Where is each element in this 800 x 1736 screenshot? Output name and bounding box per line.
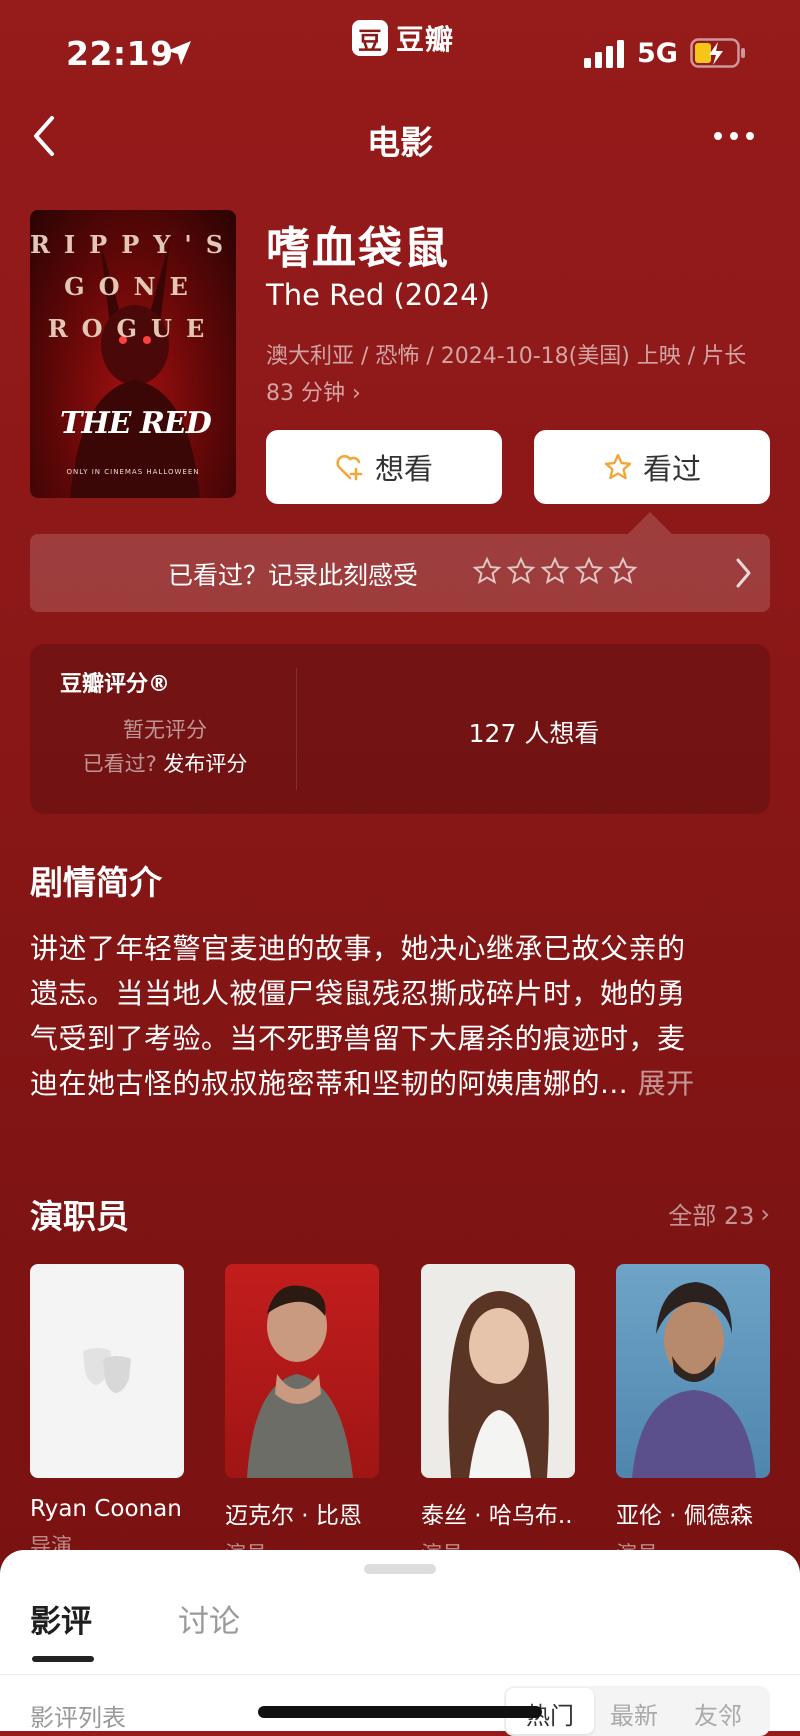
battery-charging-icon: [690, 38, 745, 68]
network-type: 5G: [637, 38, 678, 69]
movie-original-title: The Red (2024): [266, 278, 490, 312]
star-outline-icon[interactable]: [608, 556, 638, 586]
star-outline-icon[interactable]: [472, 556, 502, 586]
page-title: 电影: [367, 123, 433, 162]
cast-photo: [421, 1264, 575, 1478]
sort-option-friends[interactable]: 友邻: [694, 1696, 742, 1731]
more-options-icon[interactable]: [714, 124, 766, 148]
synopsis-line: 遗志。当当地人被僵尸袋鼠残忍撕成碎片时，她的勇: [30, 977, 686, 1010]
poster-logo: THE RED: [60, 406, 212, 441]
want-label: 想看: [374, 452, 433, 486]
star-outline-icon[interactable]: [540, 556, 570, 586]
app-badge[interactable]: 豆 豆瓣: [352, 18, 454, 58]
publish-rating-line: 已看过? 发布评分: [30, 748, 300, 778]
cast-card[interactable]: 迈克尔 · 比恩 演员: [225, 1264, 379, 1568]
star-icon: [604, 453, 632, 480]
synopsis-line: 迪在她古怪的叔叔施密蒂和坚韧的阿姨唐娜的... 展开: [30, 1061, 770, 1106]
review-list-label: 影评列表: [30, 1704, 126, 1732]
home-indicator: [258, 1706, 542, 1718]
chevron-right-icon: [736, 558, 751, 588]
theater-masks-icon: [83, 1348, 131, 1393]
sheet-drag-handle[interactable]: [364, 1564, 436, 1574]
synopsis-line-text: 迪在她古怪的叔叔施密蒂和坚韧的阿姨唐娜的...: [30, 1067, 629, 1100]
star-outline-icon[interactable]: [506, 556, 536, 586]
app-name: 豆瓣: [396, 23, 455, 56]
sort-segmented-control[interactable]: 热门 最新 友邻: [504, 1686, 770, 1736]
actor-portrait: [632, 1282, 756, 1478]
rating-stars[interactable]: [472, 556, 638, 586]
movie-meta-line: 83 分钟 ›: [266, 375, 766, 412]
synopsis-title: 剧情简介: [30, 863, 162, 902]
movie-title: 嗜血袋鼠: [266, 223, 450, 274]
seen-label: 看过: [642, 452, 701, 486]
poster-tagline-2: GONE: [64, 272, 202, 301]
cast-all-link[interactable]: 全部 23 ›: [668, 1196, 770, 1231]
divider: [0, 1674, 800, 1675]
cast-name: Ryan Coonan: [30, 1496, 182, 1522]
synopsis-text: 讲述了年轻警官麦迪的故事，她决心继承已故父亲的 遗志。当当地人被僵尸袋鼠残忍撕成…: [30, 926, 770, 1106]
status-time: 22:19: [66, 34, 174, 73]
movie-runtime: 83 分钟: [266, 381, 345, 406]
cast-name: 迈克尔 · 比恩: [225, 1503, 362, 1529]
actor-portrait: [247, 1285, 353, 1478]
movie-meta-line: 澳大利亚 / 恐怖 / 2024-10-18(美国) 上映 / 片长: [266, 344, 747, 369]
active-tab-indicator: [32, 1656, 94, 1662]
rating-label: 豆瓣评分®: [60, 672, 171, 697]
watched-button[interactable]: 看过: [534, 430, 770, 504]
record-prompt: 已看过？记录此刻感受: [168, 561, 419, 590]
location-arrow-icon: [167, 41, 191, 65]
actor-portrait: [448, 1291, 549, 1478]
want-to-watch-button[interactable]: 想看: [266, 430, 502, 504]
poster-tagline-3: ROGUE: [47, 314, 219, 343]
douban-logo-icon: 豆: [352, 20, 388, 56]
expand-link[interactable]: 展开: [638, 1067, 695, 1100]
tab-discussion[interactable]: 讨论: [178, 1596, 240, 1641]
cast-card[interactable]: Ryan Coonan 导演: [30, 1264, 184, 1560]
popover-pointer: [628, 512, 672, 534]
synopsis-line: 讲述了年轻警官麦迪的故事，她决心继承已故父亲的: [30, 932, 686, 965]
chevron-right-icon: ›: [352, 381, 361, 406]
rating-card: 豆瓣评分® 暂无评分 已看过? 发布评分 127 人想看: [30, 644, 770, 814]
star-outline-icon[interactable]: [574, 556, 604, 586]
cast-photo: [616, 1264, 770, 1478]
poster-tagline-1: RIPPY'S: [30, 230, 236, 259]
cast-photo-placeholder: [30, 1264, 184, 1478]
record-feeling-bar[interactable]: 已看过？记录此刻感受: [30, 534, 770, 612]
sort-option-latest[interactable]: 最新: [610, 1696, 658, 1731]
cast-all-label: 全部 23: [668, 1202, 755, 1230]
divider: [296, 668, 297, 790]
cast-card[interactable]: 泰丝 · 哈乌布... 演员: [421, 1264, 575, 1568]
movie-poster[interactable]: RIPPY'S GONE ROGUE THE RED ONLY IN CINEM…: [30, 210, 236, 498]
cellular-signal-icon: [584, 40, 624, 68]
want-count[interactable]: 127 人想看: [298, 714, 770, 750]
cast-name: 泰丝 · 哈乌布...: [421, 1503, 575, 1529]
cast-name: 亚伦 · 佩德森: [616, 1503, 753, 1529]
no-rating-text: 暂无评分: [123, 718, 207, 742]
cast-card[interactable]: 亚伦 · 佩德森 演员: [616, 1264, 770, 1568]
cast-title: 演职员: [30, 1197, 129, 1236]
cast-photo: [225, 1264, 379, 1478]
heart-plus-icon: [336, 454, 363, 481]
chevron-right-icon: ›: [760, 1199, 770, 1228]
reviews-bottom-sheet[interactable]: 影评 讨论 影评列表 热门 最新 友邻: [0, 1550, 800, 1736]
poster-fineprint: ONLY IN CINEMAS HALLOWEEN: [66, 468, 200, 476]
publish-rating-link[interactable]: 发布评分: [163, 752, 247, 776]
movie-meta[interactable]: 澳大利亚 / 恐怖 / 2024-10-18(美国) 上映 / 片长 83 分钟…: [266, 338, 766, 412]
seen-prompt: 已看过?: [82, 752, 157, 776]
tab-reviews[interactable]: 影评: [30, 1596, 92, 1641]
synopsis-line: 气受到了考验。当不死野兽留下大屠杀的痕迹时，麦: [30, 1022, 686, 1055]
